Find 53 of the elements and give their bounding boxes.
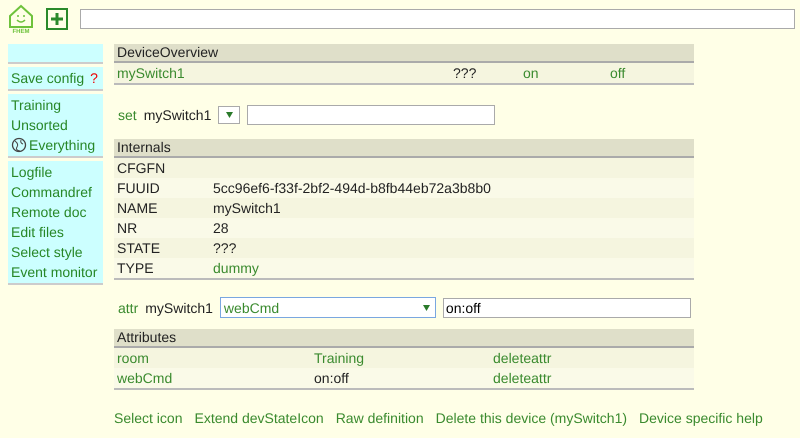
footer-link[interactable]: Delete this device (mySwitch1) (436, 410, 628, 426)
globe-icon (11, 137, 27, 153)
menu-item[interactable]: Everything (11, 135, 103, 155)
attribute-dropdown[interactable]: webCmd (220, 297, 436, 318)
device-state: ??? (453, 64, 478, 83)
footer-link[interactable]: Select icon (114, 410, 182, 426)
table-header: Internals (114, 139, 694, 158)
attribute-value: on:off (314, 369, 350, 388)
dropdown-arrow-icon (226, 112, 233, 118)
attribute-value[interactable]: Training (314, 348, 493, 368)
internal-value: ??? (213, 239, 238, 258)
internal-name: NAME (117, 199, 158, 218)
internal-name: STATE (117, 239, 162, 258)
delete-attribute-link[interactable]: deleteattr (493, 368, 694, 388)
internal-name: NR (117, 219, 138, 238)
command-link[interactable]: on (523, 63, 610, 83)
set-value-field[interactable] (247, 105, 496, 125)
internal-value: 28 (213, 219, 230, 238)
delete-attribute-link[interactable]: deleteattr (493, 348, 694, 368)
set-dropdown[interactable] (218, 106, 240, 124)
add-icon[interactable] (46, 8, 68, 30)
menu-item[interactable]: Remote doc (11, 202, 103, 222)
table-header: DeviceOverview (114, 44, 694, 63)
footer-link[interactable]: Device specific help (639, 410, 763, 426)
attr-label: attr (118, 300, 138, 316)
attribute-link[interactable]: webCmd (117, 368, 314, 388)
command-field[interactable] (80, 9, 795, 29)
device-name: mySwitch1 (145, 300, 213, 316)
menu-item[interactable]: Edit files (11, 222, 103, 242)
help-mark[interactable]: ? (90, 68, 98, 88)
internal-name: TYPE (117, 259, 155, 278)
menu-item[interactable]: Logfile (11, 162, 103, 182)
menu-item[interactable]: Commandref (11, 182, 103, 202)
internal-value: 5cc96ef6-f33f-2bf2-494d-b8fb44eb72a3b8b0 (213, 179, 492, 198)
device-link[interactable]: mySwitch1 (117, 63, 453, 83)
footer-link[interactable]: Extend devStateIcon (194, 410, 324, 426)
menu-item[interactable]: Save config ? (11, 68, 103, 88)
table-header: Attributes (114, 329, 694, 348)
footer-link[interactable]: Raw definition (336, 410, 424, 426)
device-name: mySwitch1 (144, 107, 212, 123)
internal-value[interactable]: dummy (213, 258, 694, 278)
internal-name: FUUID (117, 179, 161, 198)
internal-name: CFGFN (117, 159, 166, 178)
attribute-value-field[interactable]: on:off (442, 298, 691, 318)
internal-value: mySwitch1 (213, 199, 282, 218)
attribute-link[interactable]: room (117, 348, 314, 368)
menu-item[interactable]: Select style (11, 242, 103, 262)
menu-item[interactable]: Unsorted (11, 115, 103, 135)
menu-item[interactable]: Training (11, 95, 103, 115)
dropdown-arrow-icon (422, 304, 430, 310)
command-link[interactable]: off (610, 63, 690, 83)
menu-item[interactable]: Event monitor (11, 262, 103, 282)
set-label: set (118, 107, 137, 123)
